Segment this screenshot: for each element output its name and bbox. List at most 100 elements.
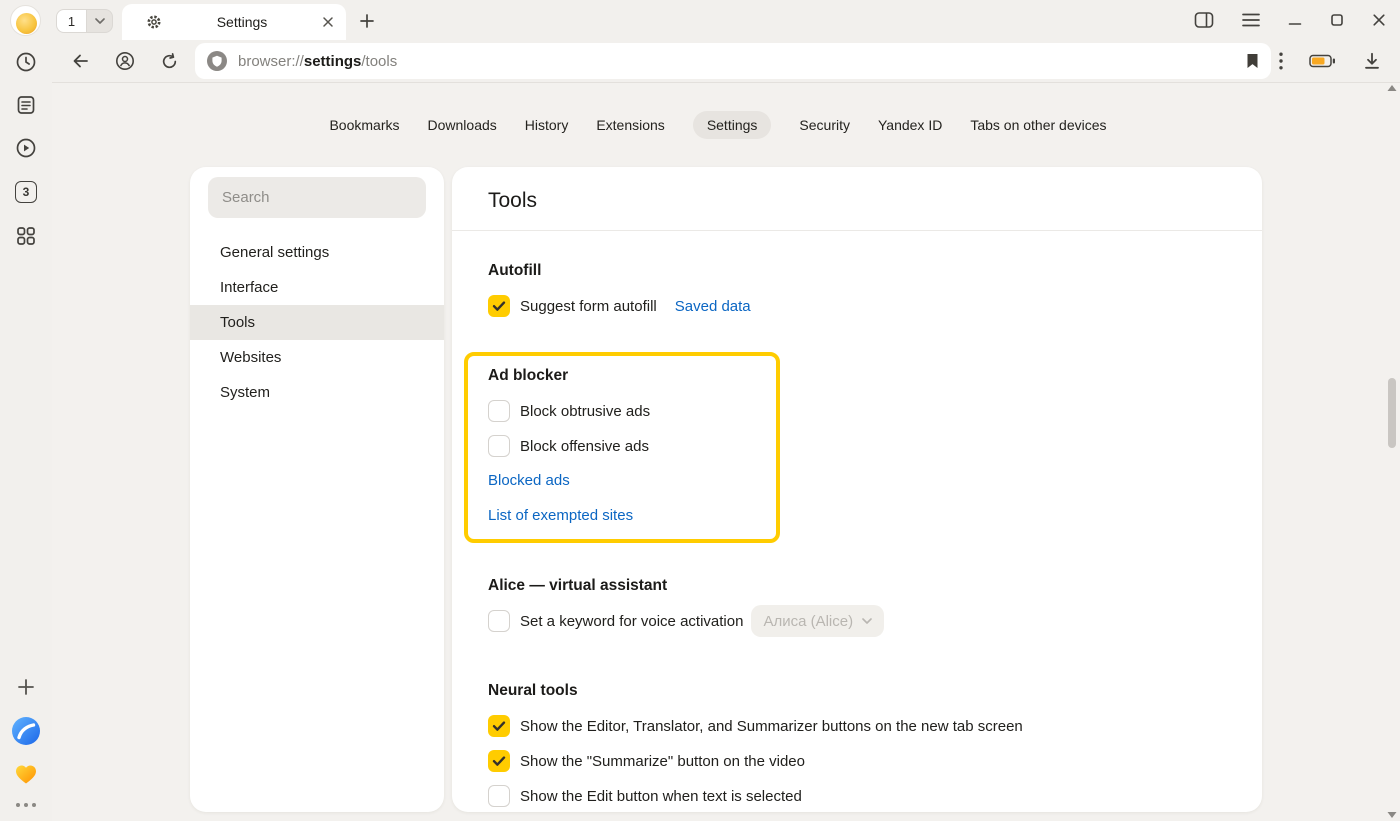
tab-count[interactable]: 1: [56, 9, 86, 33]
battery-icon: [1309, 54, 1336, 68]
nav-tabs-other-devices[interactable]: Tabs on other devices: [970, 117, 1106, 133]
video-button[interactable]: [14, 136, 38, 160]
settings-sidebar: General settings Interface Tools Website…: [190, 167, 444, 812]
sidebar-item-system[interactable]: System: [190, 375, 444, 410]
tab-close-button[interactable]: [322, 16, 334, 28]
kebab-icon: [1279, 52, 1283, 70]
autofill-checkbox-row[interactable]: Suggest form autofill Saved data: [488, 295, 751, 317]
heart-icon: [13, 762, 39, 786]
block-obtrusive-ads-row[interactable]: Block obtrusive ads: [488, 400, 650, 422]
search-input[interactable]: [208, 177, 426, 218]
more-button[interactable]: [1279, 52, 1283, 70]
nav-security[interactable]: Security: [799, 117, 850, 133]
nav-settings[interactable]: Settings: [693, 111, 772, 139]
dropdown-value: Алиса (Alice): [763, 613, 853, 630]
new-tab-button[interactable]: [355, 9, 379, 33]
play-icon: [14, 136, 38, 160]
summarize-video-checkbox[interactable]: [488, 750, 510, 772]
suggest-form-autofill-checkbox[interactable]: [488, 295, 510, 317]
page-title: Tools: [488, 189, 537, 213]
battery-indicator: [1309, 54, 1336, 68]
browser-window: 3 1 Settings: [0, 0, 1400, 821]
voice-activation-keyword-checkbox[interactable]: [488, 610, 510, 632]
checkbox-label: Show the "Summarize" button on the video: [520, 753, 805, 770]
close-button[interactable]: [1372, 13, 1386, 27]
maximize-button[interactable]: [1330, 13, 1344, 27]
url-text: browser://settings/tools: [238, 53, 397, 70]
downloads-button[interactable]: [1362, 51, 1382, 71]
scrollbar-thumb[interactable]: [1388, 378, 1396, 448]
refresh-button[interactable]: [160, 52, 179, 71]
checkbox-label: Show the Edit button when text is select…: [520, 788, 802, 805]
scroll-down-arrow[interactable]: [1388, 812, 1397, 818]
block-obtrusive-ads-checkbox[interactable]: [488, 400, 510, 422]
grid-icon: [15, 225, 37, 247]
alice-section-title: Alice — virtual assistant: [488, 577, 667, 595]
bookmark-button[interactable]: [1246, 53, 1259, 69]
edit-button-text-selected-checkbox[interactable]: [488, 785, 510, 807]
nav-extensions[interactable]: Extensions: [596, 117, 664, 133]
plus-icon: [15, 676, 37, 698]
page-scrollbar: [1384, 82, 1400, 821]
favorites-button[interactable]: [13, 762, 39, 786]
rail-add-button[interactable]: [15, 676, 37, 698]
block-offensive-ads-checkbox[interactable]: [488, 435, 510, 457]
saved-data-link[interactable]: Saved data: [675, 298, 751, 315]
neural-editor-buttons-row[interactable]: Show the Editor, Translator, and Summari…: [488, 715, 1023, 737]
nav-downloads[interactable]: Downloads: [428, 117, 497, 133]
tab-counter: 1: [56, 9, 113, 33]
gear-icon: [146, 14, 162, 30]
checkbox-label: Block offensive ads: [520, 438, 649, 455]
bookmark-icon: [1246, 53, 1259, 69]
profile-button[interactable]: [114, 50, 136, 72]
clock-icon: [14, 50, 38, 74]
tools-settings-panel: Tools Autofill Suggest form autofill Sav…: [452, 167, 1262, 812]
sidebar-item-general-settings[interactable]: General settings: [190, 235, 444, 270]
side-panel-button[interactable]: [1194, 11, 1214, 29]
summarize-video-row[interactable]: Show the "Summarize" button on the video: [488, 750, 805, 772]
neural-tools-section-title: Neural tools: [488, 682, 578, 700]
history-button[interactable]: [14, 50, 38, 74]
chevron-down-icon: [95, 18, 105, 24]
chevron-down-icon: [862, 618, 872, 624]
alice-avatar[interactable]: [10, 5, 41, 36]
tab-list-button[interactable]: [86, 9, 113, 33]
autofill-section-title: Autofill: [488, 262, 541, 280]
sidebar-item-websites[interactable]: Websites: [190, 340, 444, 375]
blocked-ads-link[interactable]: Blocked ads: [488, 472, 570, 489]
edit-button-text-selected-row[interactable]: Show the Edit button when text is select…: [488, 785, 802, 807]
sidebar-item-interface[interactable]: Interface: [190, 270, 444, 305]
dots-icon: [16, 803, 36, 807]
settings-top-nav: Bookmarks Downloads History Extensions S…: [52, 110, 1384, 140]
alice-keyword-row[interactable]: Set a keyword for voice activation Алиса…: [488, 610, 884, 632]
exempted-sites-link[interactable]: List of exempted sites: [488, 507, 633, 524]
back-button[interactable]: [70, 51, 90, 71]
sidebar-item-tools[interactable]: Tools: [190, 305, 444, 340]
nav-yandex-id[interactable]: Yandex ID: [878, 117, 942, 133]
url-field[interactable]: browser://settings/tools: [195, 43, 1271, 79]
tab-settings[interactable]: Settings: [122, 4, 346, 40]
settings-sidebar-list: General settings Interface Tools Website…: [190, 235, 444, 410]
editor-translator-summarizer-checkbox[interactable]: [488, 715, 510, 737]
addressbar-controls: [1279, 51, 1382, 71]
nav-bookmarks[interactable]: Bookmarks: [329, 117, 399, 133]
browser-logo-button[interactable]: [11, 716, 41, 746]
minimize-button[interactable]: [1288, 13, 1302, 27]
alice-keyword-dropdown[interactable]: Алиса (Alice): [751, 605, 884, 637]
divider: [452, 230, 1262, 231]
shield-icon: [207, 51, 227, 71]
tab-count-badge: 3: [15, 181, 37, 203]
feed-icon: [14, 93, 38, 117]
nav-history[interactable]: History: [525, 117, 569, 133]
scroll-up-arrow[interactable]: [1388, 85, 1397, 91]
ad-blocker-highlight-box: Ad blocker Block obtrusive ads Block off…: [464, 352, 780, 543]
checkbox-label: Show the Editor, Translator, and Summari…: [520, 718, 1023, 735]
services-button[interactable]: [15, 225, 37, 247]
tab-title: Settings: [162, 14, 322, 30]
rail-more-button[interactable]: [16, 803, 36, 807]
tabs-button[interactable]: 3: [15, 181, 37, 203]
feed-button[interactable]: [14, 93, 38, 117]
menu-button[interactable]: [1242, 13, 1260, 27]
tabbar-controls: [1194, 8, 1386, 32]
block-offensive-ads-row[interactable]: Block offensive ads: [488, 435, 649, 457]
